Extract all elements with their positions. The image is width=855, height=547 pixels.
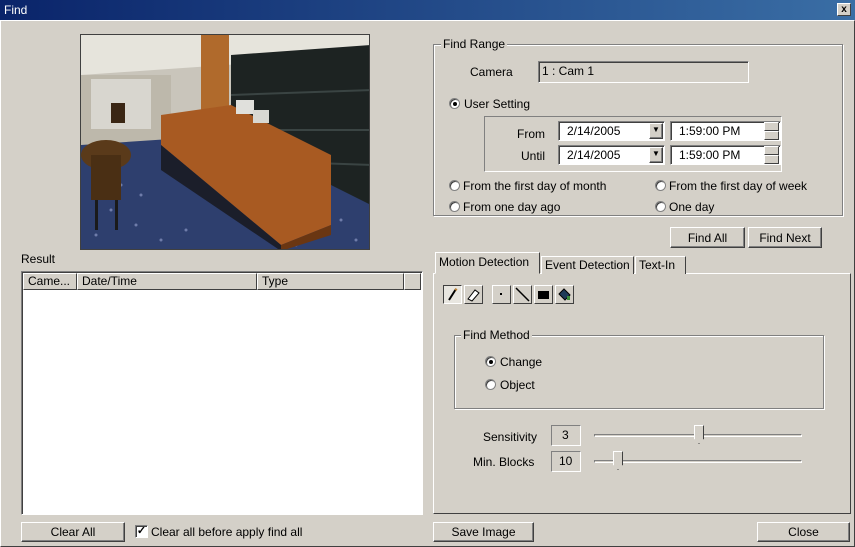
user-setting-label[interactable]: User Setting xyxy=(464,97,530,111)
min-blocks-slider-track[interactable] xyxy=(594,460,802,463)
dot-tool-button[interactable] xyxy=(492,285,511,304)
column-filler xyxy=(404,273,421,290)
eraser-icon xyxy=(467,289,480,302)
preset-one-day-ago-radio[interactable] xyxy=(449,201,460,212)
from-date-value: 2/14/2005 xyxy=(567,124,621,138)
from-time-up[interactable] xyxy=(764,122,779,131)
close-icon[interactable]: x xyxy=(837,3,851,16)
camera-field: 1 : Cam 1 xyxy=(538,61,749,83)
preset-one-day-ago-label[interactable]: From one day ago xyxy=(463,200,560,214)
until-date-dropdown[interactable]: ▼ xyxy=(649,147,663,163)
method-change-label[interactable]: Change xyxy=(500,355,542,369)
close-button[interactable]: Close xyxy=(757,522,850,542)
line-tool-button[interactable] xyxy=(513,285,532,304)
method-object-label[interactable]: Object xyxy=(500,378,535,392)
preset-week-radio[interactable] xyxy=(655,180,666,191)
preset-week-label[interactable]: From the first day of week xyxy=(669,179,807,193)
sensitivity-value-box: 3 xyxy=(551,425,581,446)
preset-month-label[interactable]: From the first day of month xyxy=(463,179,606,193)
preset-one-day-label[interactable]: One day xyxy=(669,200,714,214)
window-title: Find xyxy=(4,3,28,17)
clear-all-button[interactable]: Clear All xyxy=(21,522,125,542)
from-date-dropdown[interactable]: ▼ xyxy=(649,123,663,139)
pencil-tool-button[interactable] xyxy=(443,285,462,304)
chevron-down-icon: ▼ xyxy=(652,149,660,158)
clear-before-checkbox[interactable]: ✓ xyxy=(135,525,148,538)
result-list[interactable] xyxy=(21,271,423,515)
until-label: Until xyxy=(521,149,546,163)
column-type[interactable]: Type xyxy=(257,273,404,290)
camera-value: 1 : Cam 1 xyxy=(542,64,595,78)
until-time-value: 1:59:00 PM xyxy=(679,148,741,162)
from-time-down[interactable] xyxy=(764,131,779,140)
method-object-radio[interactable] xyxy=(485,379,496,390)
method-change-radio[interactable] xyxy=(485,356,496,367)
user-setting-radio[interactable] xyxy=(449,98,460,109)
eraser-tool-button[interactable] xyxy=(464,285,483,304)
min-blocks-value-box: 10 xyxy=(551,451,581,472)
line-icon xyxy=(515,287,530,302)
camera-preview-image xyxy=(80,34,370,250)
until-time-down[interactable] xyxy=(764,155,779,164)
title-bar: Find xyxy=(0,0,855,20)
until-date-value: 2/14/2005 xyxy=(567,148,621,162)
column-date-time[interactable]: Date/Time xyxy=(77,273,257,290)
min-blocks-label: Min. Blocks xyxy=(473,455,535,469)
sensitivity-value: 3 xyxy=(562,428,569,442)
pencil-icon xyxy=(448,288,458,301)
preset-one-day-radio[interactable] xyxy=(655,201,666,212)
find-method-group xyxy=(454,335,824,409)
fill-bucket-icon xyxy=(558,288,571,301)
office-scene-image xyxy=(81,35,369,249)
find-all-button[interactable]: Find All xyxy=(670,227,745,248)
find-method-legend: Find Method xyxy=(461,328,532,342)
from-time-value: 1:59:00 PM xyxy=(679,124,741,138)
sensitivity-label: Sensitivity xyxy=(483,430,538,444)
tab-event-detection[interactable]: Event Detection xyxy=(541,256,634,274)
result-label: Result xyxy=(21,252,56,266)
tab-motion-detection[interactable]: Motion Detection xyxy=(435,252,540,274)
column-camera[interactable]: Came... xyxy=(23,273,77,290)
rectangle-fill-icon xyxy=(538,291,549,299)
rectangle-tool-button[interactable] xyxy=(534,285,553,304)
min-blocks-value: 10 xyxy=(559,454,573,468)
find-next-button[interactable]: Find Next xyxy=(748,227,822,248)
chevron-down-icon: ▼ xyxy=(652,125,660,134)
tab-text-in[interactable]: Text-In xyxy=(635,256,686,274)
from-label: From xyxy=(517,127,545,141)
save-image-button[interactable]: Save Image xyxy=(433,522,534,542)
preset-month-radio[interactable] xyxy=(449,180,460,191)
clear-before-label[interactable]: Clear all before apply find all xyxy=(151,525,302,539)
fill-tool-button[interactable] xyxy=(555,285,574,304)
dot-icon xyxy=(500,293,502,295)
camera-label: Camera xyxy=(470,65,513,79)
until-time-up[interactable] xyxy=(764,146,779,155)
find-range-legend: Find Range xyxy=(441,37,508,51)
